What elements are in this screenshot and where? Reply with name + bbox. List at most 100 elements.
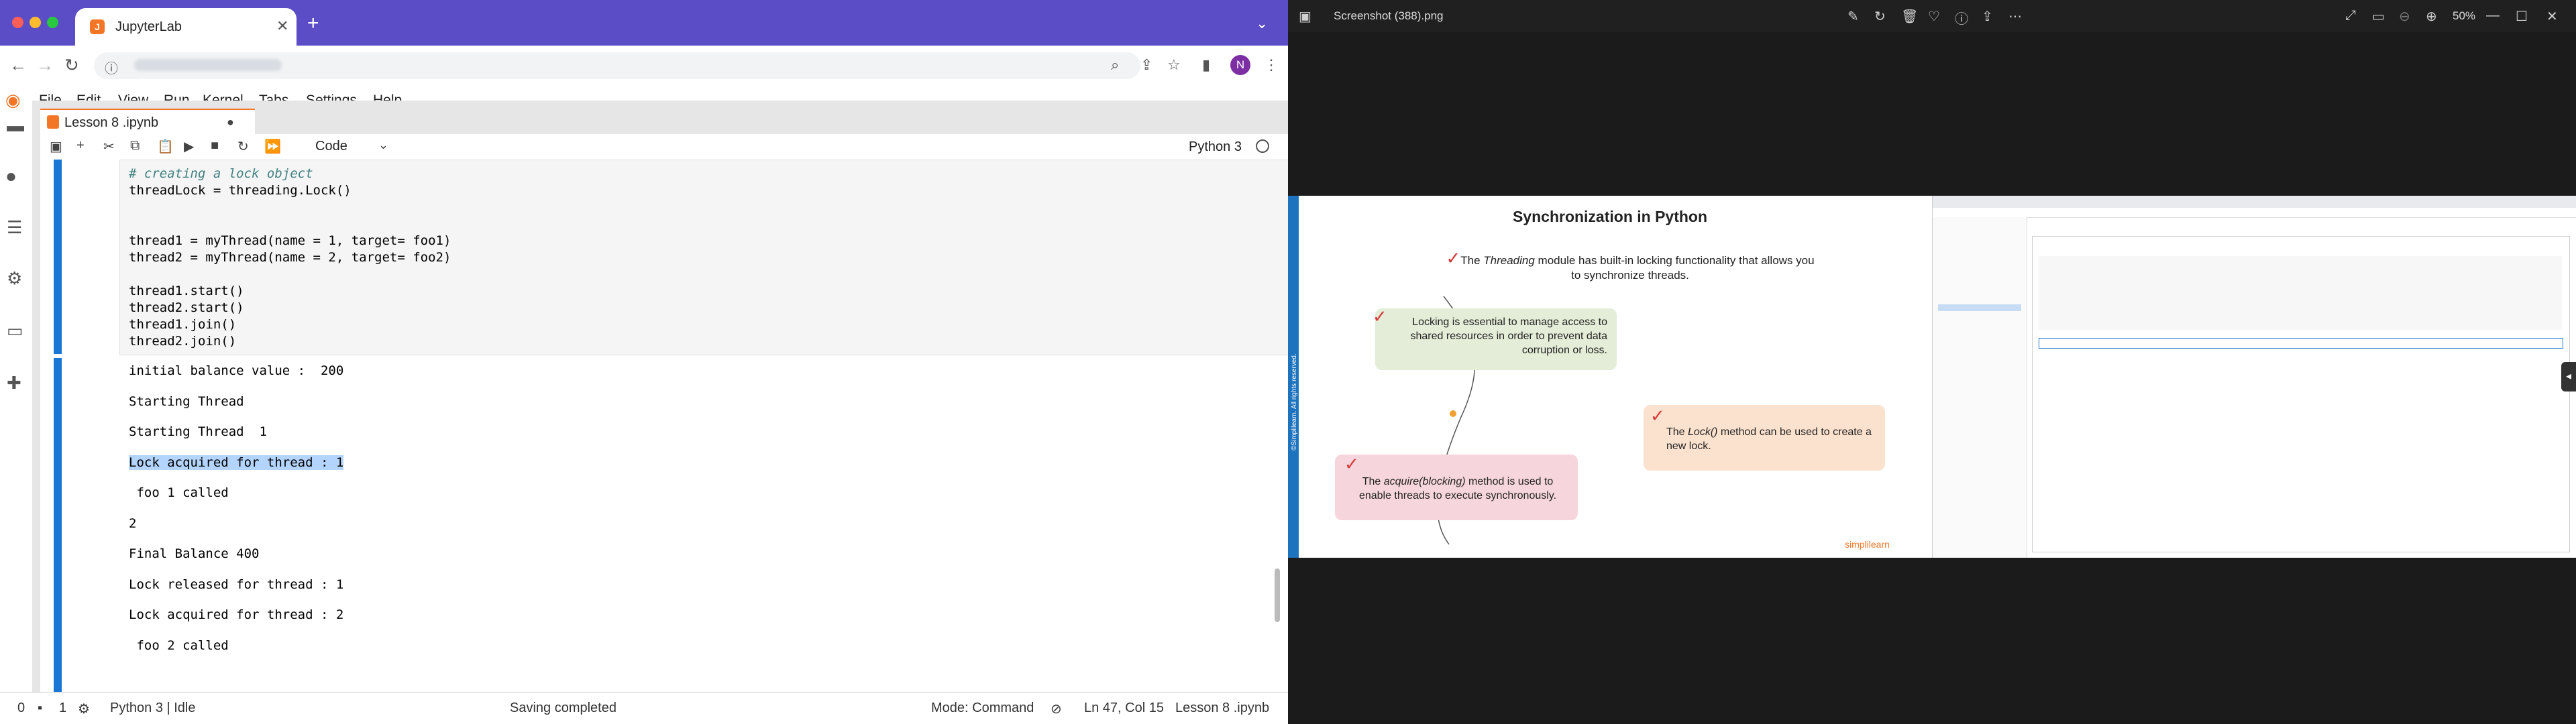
minimize-window-icon[interactable] <box>30 17 41 28</box>
code-line[interactable]: threadLock = threading.Lock() <box>129 183 352 198</box>
site-info-icon[interactable]: ⓘ <box>105 58 118 77</box>
zoom-level[interactable]: 50% <box>2453 9 2475 23</box>
bookmark-star-icon[interactable]: ☆ <box>1167 56 1181 74</box>
card-lock-method-text: The Lock() method can be used to create … <box>1666 425 1874 453</box>
notebook-document-tab[interactable]: Lesson 8 .ipynb ● <box>40 109 255 135</box>
card-lock-method-em: Lock() <box>1688 426 1718 438</box>
card-acquire-text: The acquire(blocking) method is used to … <box>1347 475 1568 503</box>
url-input[interactable]: ⓘ <box>94 52 1140 79</box>
insert-cell-icon[interactable]: + <box>76 138 85 154</box>
running-sessions-icon[interactable]: ⏺ <box>7 166 15 188</box>
cursor-icon: ⊘ <box>1051 702 1062 717</box>
jupyter-statusbar: 0 ▪ 1 ⚙ Python 3 | Idle Saving completed… <box>0 692 1288 724</box>
kernel-status-text[interactable]: Python 3 | Idle <box>110 701 196 716</box>
jupyter-logo-icon: ◉ <box>5 90 21 110</box>
code-line[interactable]: # creating a lock object <box>129 166 313 181</box>
new-tab-icon[interactable]: + <box>307 12 319 35</box>
blurred-url <box>134 59 282 71</box>
cell-type-select[interactable]: Code <box>315 139 347 154</box>
share-icon[interactable]: ⇪ <box>1982 8 1993 25</box>
forward-icon[interactable]: → <box>36 55 54 76</box>
copy-icon[interactable]: ⧉ <box>130 138 140 154</box>
output-collapser[interactable] <box>54 358 62 692</box>
close-icon[interactable]: ✕ <box>2546 8 2558 25</box>
status-count-a: 0 <box>17 701 25 715</box>
save-status-text: Saving completed <box>510 701 616 715</box>
jupyter-favicon-icon: J <box>90 19 105 34</box>
kernel-status-icon <box>1256 139 1269 153</box>
scrollbar-thumb[interactable] <box>1275 568 1280 622</box>
status-count-b: 1 <box>59 701 67 715</box>
interrupt-icon[interactable]: ■ <box>211 138 219 154</box>
output-line: Final Balance 400 <box>129 546 260 561</box>
output-line: foo 2 called <box>129 638 229 653</box>
restart-run-all-icon[interactable]: ⏩ <box>264 138 281 155</box>
viewer-file-title: Screenshot (388).png <box>1334 9 1444 22</box>
close-window-icon[interactable] <box>12 17 23 28</box>
terminal-icon[interactable]: ▪ <box>38 701 42 716</box>
folder-icon[interactable]: ▭ <box>7 320 23 341</box>
code-line[interactable]: thread2.start() <box>129 300 244 315</box>
zoom-icon[interactable]: ⌕ <box>1111 56 1119 74</box>
check-mark-icon: ✓ <box>1650 406 1665 426</box>
side-panel-icon[interactable]: ▮ <box>1202 56 1210 74</box>
code-line[interactable]: thread2.join() <box>129 334 236 349</box>
kernel-name[interactable]: Python 3 <box>1189 139 1242 155</box>
reload-icon[interactable]: ↻ <box>64 55 79 76</box>
delete-icon[interactable]: 🗑 <box>1901 8 1918 25</box>
unsaved-indicator-icon[interactable]: ● <box>227 115 234 129</box>
card-acquire-pre: The <box>1362 476 1384 487</box>
output-line: Lock acquired for thread : 1 <box>129 455 344 470</box>
paste-icon[interactable]: 📋 <box>157 138 174 155</box>
property-inspector-icon[interactable]: ⚙ <box>7 268 22 289</box>
back-icon[interactable]: ← <box>9 55 27 76</box>
code-line[interactable]: thread1 = myThread(name = 1, target= foo… <box>129 233 451 248</box>
notebook-panel[interactable]: # creating a lock object threadLock = thr… <box>40 160 1288 692</box>
kernel-gear-icon[interactable]: ⚙ <box>78 701 90 717</box>
more-menu-icon[interactable]: ⋮ <box>1264 56 1279 74</box>
browser-tab[interactable]: J JupyterLab ✕ <box>75 8 297 46</box>
table-of-contents-icon[interactable]: ☰ <box>7 217 22 238</box>
zoom-in-icon[interactable]: ⊕ <box>2426 8 2437 25</box>
maximize-icon[interactable]: ☐ <box>2516 8 2528 25</box>
restart-icon[interactable]: ↻ <box>237 138 249 155</box>
minimize-icon[interactable]: — <box>2486 8 2500 23</box>
share-icon[interactable]: ⇪ <box>1140 56 1152 74</box>
browser-tab-strip: J JupyterLab ✕ + ⌄ <box>0 0 1288 46</box>
address-bar-row: ← → ↻ ⓘ ⌕ ⇪ ☆ ▮ N ⋮ <box>0 46 1288 86</box>
more-options-icon[interactable]: ⋯ <box>2008 8 2022 25</box>
rotate-icon[interactable]: ↻ <box>1874 8 1886 25</box>
file-info-icon[interactable]: ⓘ <box>1955 8 1968 27</box>
cursor-position[interactable]: Ln 47, Col 15 <box>1084 701 1164 716</box>
fullscreen-icon[interactable]: ⤢ <box>2345 8 2356 23</box>
mode-indicator[interactable]: Mode: Command <box>931 701 1034 716</box>
save-icon[interactable]: ▣ <box>50 138 62 155</box>
card-locking-text: Locking is essential to manage access to… <box>1410 316 1608 356</box>
file-browser-icon[interactable]: ▬ <box>7 115 24 136</box>
thumbnail-tab-strip <box>1933 196 2576 208</box>
zoom-out-icon[interactable]: ⊖ <box>2399 8 2410 25</box>
chevron-down-icon[interactable]: ⌄ <box>378 138 388 152</box>
code-cell-collapser[interactable] <box>54 160 62 354</box>
browser-tab-title: JupyterLab <box>115 19 182 34</box>
code-line[interactable]: thread2 = myThread(name = 2, target= foo… <box>129 250 451 265</box>
thumbnail-empty-cell <box>2039 338 2563 349</box>
card-acquire-em: acquire(blocking) <box>1383 476 1466 487</box>
zoom-window-icon[interactable] <box>47 17 58 28</box>
profile-avatar[interactable]: N <box>1230 55 1250 75</box>
run-icon[interactable]: ▶ <box>184 138 194 155</box>
brand-logo: simplilearn <box>1845 539 1890 550</box>
tab-search-chevron-icon[interactable]: ⌄ <box>1256 15 1268 32</box>
cut-icon[interactable]: ✂ <box>103 138 115 155</box>
collapse-panel-icon[interactable]: ◂ <box>2561 362 2576 391</box>
extension-manager-icon[interactable]: ✚ <box>7 373 21 394</box>
edit-image-icon[interactable]: ✎ <box>1847 8 1859 25</box>
favorite-heart-icon[interactable]: ♡ <box>1928 8 1940 25</box>
notebook-toolbar: ▣ + ✂ ⧉ 📋 ▶ ■ ↻ ⏩ Code ⌄ Python 3 <box>40 134 1288 160</box>
notebook-tab-name: Lesson 8 .ipynb <box>64 115 159 130</box>
thumbnail-address-bar <box>1933 208 2576 218</box>
code-line[interactable]: thread1.start() <box>129 284 244 298</box>
code-line[interactable]: thread1.join() <box>129 317 236 332</box>
fit-window-icon[interactable]: ▭ <box>2372 8 2385 25</box>
close-tab-icon[interactable]: ✕ <box>276 17 288 35</box>
